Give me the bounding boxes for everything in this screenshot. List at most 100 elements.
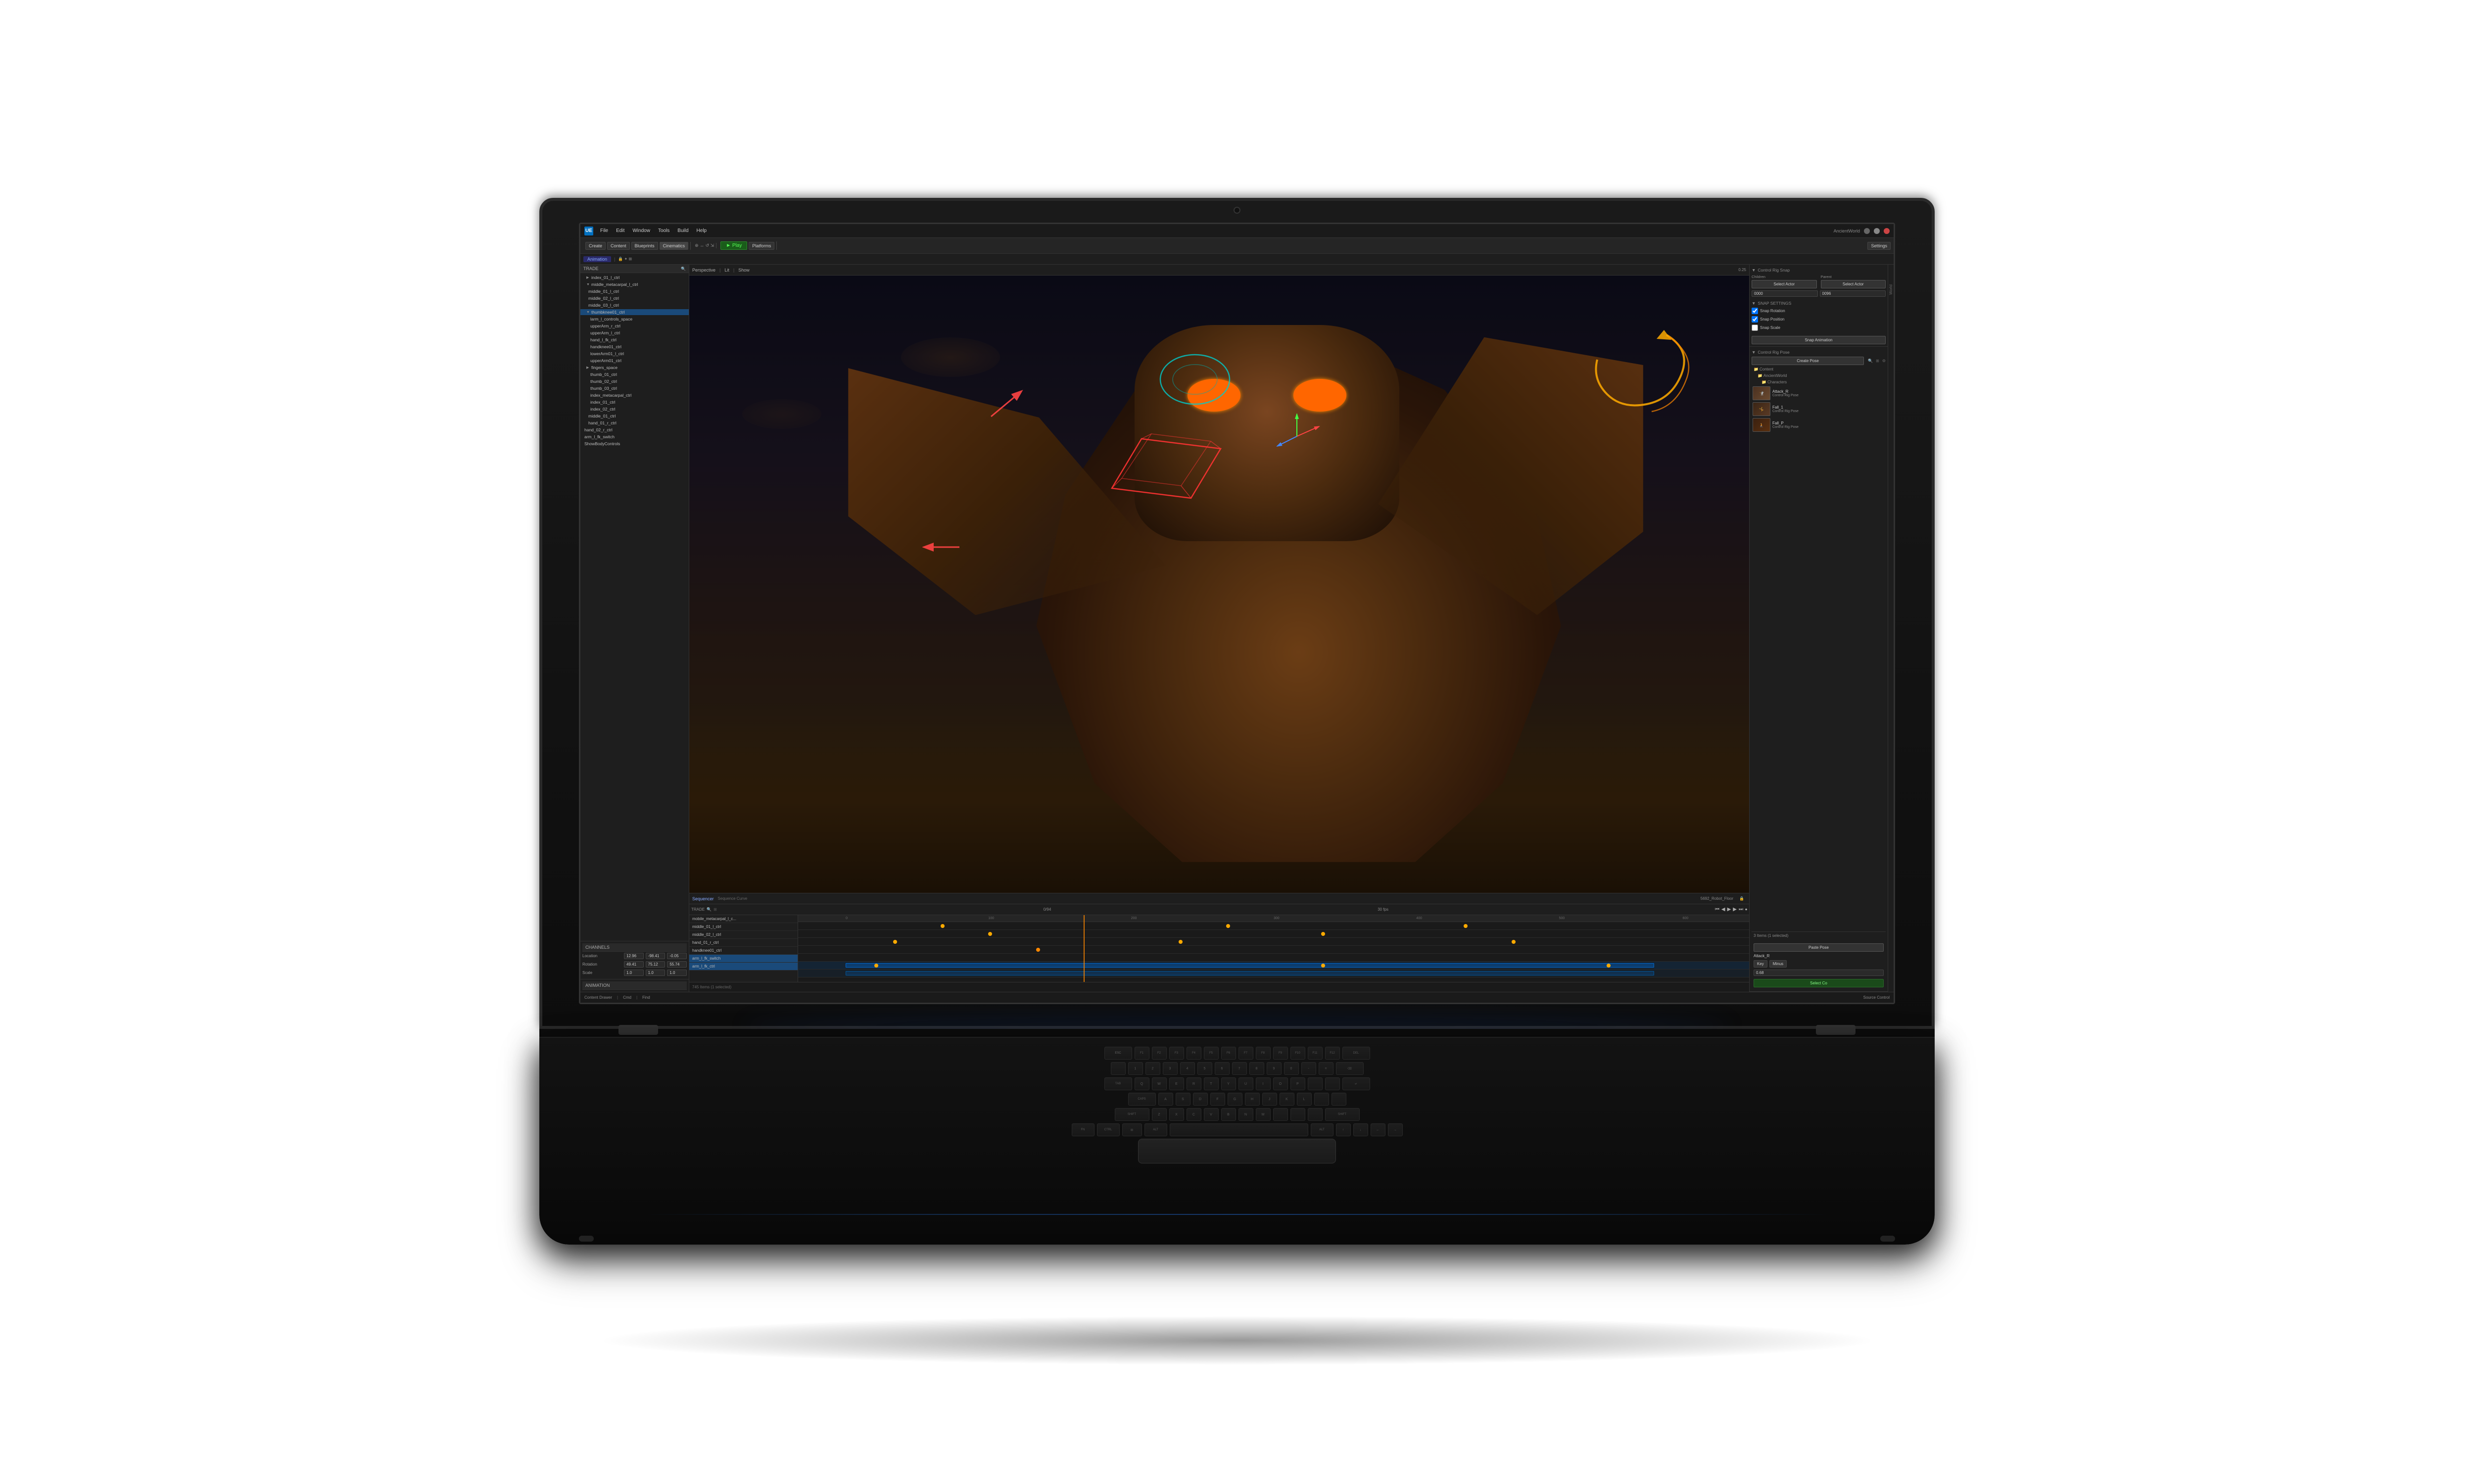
hierarchy-tree[interactable]: ▶ index_01_l_ctrl ▼ middle_metacarpal_l_… — [580, 273, 689, 941]
key-f3[interactable]: F3 — [1169, 1047, 1184, 1060]
pose-item-fallp[interactable]: 🧎 Fall_P Control Rig Pose — [1752, 417, 1886, 433]
key-f5[interactable]: F5 — [1204, 1047, 1219, 1060]
tree-item[interactable]: index_02_ctrl — [580, 406, 689, 413]
tree-row-17[interactable]: index_metacarpal_ctrl — [580, 392, 689, 398]
tree-row-6[interactable]: larm_l_controls_space — [580, 316, 689, 322]
tree-row-3[interactable]: middle_02_l_ctrl — [580, 295, 689, 301]
key-backtick[interactable] — [1111, 1062, 1126, 1075]
tree-row-14[interactable]: thumb_01_ctrl — [580, 371, 689, 377]
seq-timeline[interactable]: 0 100 200 300 400 500 600 — [798, 915, 1749, 982]
pose-item-attack[interactable]: 🤺 Attack_R Control Rig Pose — [1752, 385, 1886, 401]
key-f2[interactable]: F2 — [1152, 1047, 1167, 1060]
source-control-label[interactable]: Source Control — [1863, 995, 1890, 1000]
snap-animation-button[interactable]: Snap Animation — [1752, 336, 1886, 344]
key-f12[interactable]: F12 — [1325, 1047, 1340, 1060]
tree-item[interactable]: larm_l_controls_space — [580, 316, 689, 323]
key-9[interactable]: 9 — [1267, 1062, 1282, 1075]
key-f[interactable]: F — [1210, 1093, 1225, 1106]
key-m[interactable]: M — [1256, 1108, 1271, 1121]
key-spacebar[interactable] — [1170, 1123, 1308, 1136]
tree-item[interactable]: thumb_01_ctrl — [580, 371, 689, 378]
lit-label[interactable]: Lit — [724, 268, 729, 273]
key-s[interactable]: S — [1176, 1093, 1190, 1106]
tree-item[interactable]: middle_03_l_ctrl — [580, 302, 689, 309]
scale-z-input[interactable] — [667, 970, 687, 976]
scale-x-input[interactable] — [624, 970, 644, 976]
tree-item[interactable]: middle_01_ctrl — [580, 413, 689, 419]
menu-help[interactable]: Help — [695, 227, 709, 234]
tree-row-19[interactable]: index_02_ctrl — [580, 406, 689, 412]
tree-item[interactable]: arm_l_fk_switch — [580, 433, 689, 440]
play-button[interactable]: ► Play — [720, 241, 747, 250]
key-equal[interactable]: = — [1319, 1062, 1333, 1075]
key-e[interactable]: E — [1169, 1077, 1184, 1090]
rotation-y-input[interactable] — [646, 961, 666, 968]
key-b[interactable]: B — [1221, 1108, 1236, 1121]
key-u[interactable]: U — [1238, 1077, 1253, 1090]
key-shift-left[interactable]: SHIFT — [1115, 1108, 1149, 1121]
key-o[interactable]: O — [1273, 1077, 1288, 1090]
menu-edit[interactable]: Edit — [614, 227, 626, 234]
tree-row-16[interactable]: thumb_03_ctrl — [580, 385, 689, 391]
key-f10[interactable]: F10 — [1290, 1047, 1305, 1060]
snap-scale-checkbox[interactable] — [1752, 325, 1758, 331]
key-semicolon[interactable] — [1314, 1093, 1329, 1106]
pose-search-icon[interactable]: 🔍 — [1868, 359, 1873, 363]
key-7[interactable]: 7 — [1232, 1062, 1247, 1075]
seq-track-6[interactable]: arm_l_fk_ctrl — [689, 963, 798, 971]
seq-track-2[interactable]: middle_02_l_ctrl — [689, 931, 798, 939]
key-f11[interactable]: F11 — [1308, 1047, 1323, 1060]
seq-search-icon[interactable]: 🔍 — [707, 907, 712, 912]
key-a[interactable]: A — [1158, 1093, 1173, 1106]
key-tab[interactable]: TAB — [1104, 1077, 1132, 1090]
key-win[interactable]: ⊞ — [1122, 1123, 1142, 1136]
seq-track-0[interactable]: mobile_metacarpal_l_c... — [689, 915, 798, 923]
tree-row-13[interactable]: ▶ fingers_space — [580, 365, 689, 371]
select-actor-button[interactable]: Select Actor — [1752, 280, 1817, 288]
key-4[interactable]: 4 — [1180, 1062, 1195, 1075]
show-label[interactable]: Show — [738, 268, 750, 273]
create-pose-button[interactable]: Create Pose — [1752, 357, 1864, 365]
key-2[interactable]: 2 — [1145, 1062, 1160, 1075]
key-j[interactable]: J — [1262, 1093, 1277, 1106]
tree-item[interactable]: ▶ index_01_l_ctrl — [580, 274, 689, 281]
key-6[interactable]: 6 — [1215, 1062, 1230, 1075]
location-x-input[interactable] — [624, 953, 644, 959]
location-z-input[interactable] — [667, 953, 687, 959]
key-alt-right[interactable]: ALT — [1311, 1123, 1333, 1136]
menu-build[interactable]: Build — [675, 227, 690, 234]
snap-rotation-checkbox[interactable] — [1752, 308, 1758, 314]
tree-row-22[interactable]: hand_02_r_ctrl — [580, 427, 689, 433]
snap-field-1[interactable] — [1752, 290, 1818, 297]
key-right[interactable]: → — [1388, 1123, 1403, 1136]
seq-filter-icon[interactable]: ⊞ — [714, 907, 717, 912]
key-comma[interactable] — [1273, 1108, 1288, 1121]
key-c[interactable]: C — [1187, 1108, 1201, 1121]
seq-forward-button[interactable]: ⏭ — [1739, 907, 1743, 912]
create-button[interactable]: Create — [585, 242, 606, 250]
tree-row-9[interactable]: hand_l_fk_ctrl — [580, 337, 689, 343]
tree-item[interactable]: handknee01_ctrl — [580, 343, 689, 350]
seq-next-frame-button[interactable]: ▶ — [1733, 907, 1737, 912]
key-r[interactable]: R — [1187, 1077, 1201, 1090]
tree-row-7[interactable]: upperArm_r_ctrl — [580, 323, 689, 329]
key-apostrophe[interactable] — [1332, 1093, 1346, 1106]
key-slash[interactable] — [1308, 1108, 1323, 1121]
key-ctrl[interactable]: CTRL — [1097, 1123, 1120, 1136]
key-minus[interactable]: - — [1301, 1062, 1316, 1075]
tree-item[interactable]: upperArm01_ctrl — [580, 357, 689, 364]
select-actor-parent-button[interactable]: Select Actor — [1821, 280, 1886, 288]
key-q[interactable]: Q — [1135, 1077, 1149, 1090]
key-esc[interactable]: ESC — [1104, 1047, 1132, 1060]
viewport-canvas[interactable] — [689, 276, 1749, 893]
value-input[interactable] — [1754, 970, 1884, 976]
tree-row-4[interactable]: middle_03_l_ctrl — [580, 302, 689, 308]
seq-play-button[interactable]: ▶ — [1727, 907, 1731, 912]
settings-button[interactable]: Settings — [1867, 242, 1891, 250]
tree-row-0[interactable]: ▶ index_01_l_ctrl — [580, 275, 689, 280]
content-drawer-label[interactable]: Content Drawer — [584, 995, 612, 1000]
key-d[interactable]: D — [1193, 1093, 1208, 1106]
find-label[interactable]: Find — [642, 995, 650, 1000]
key-v[interactable]: V — [1204, 1108, 1219, 1121]
platforms-button[interactable]: Platforms — [749, 242, 774, 250]
